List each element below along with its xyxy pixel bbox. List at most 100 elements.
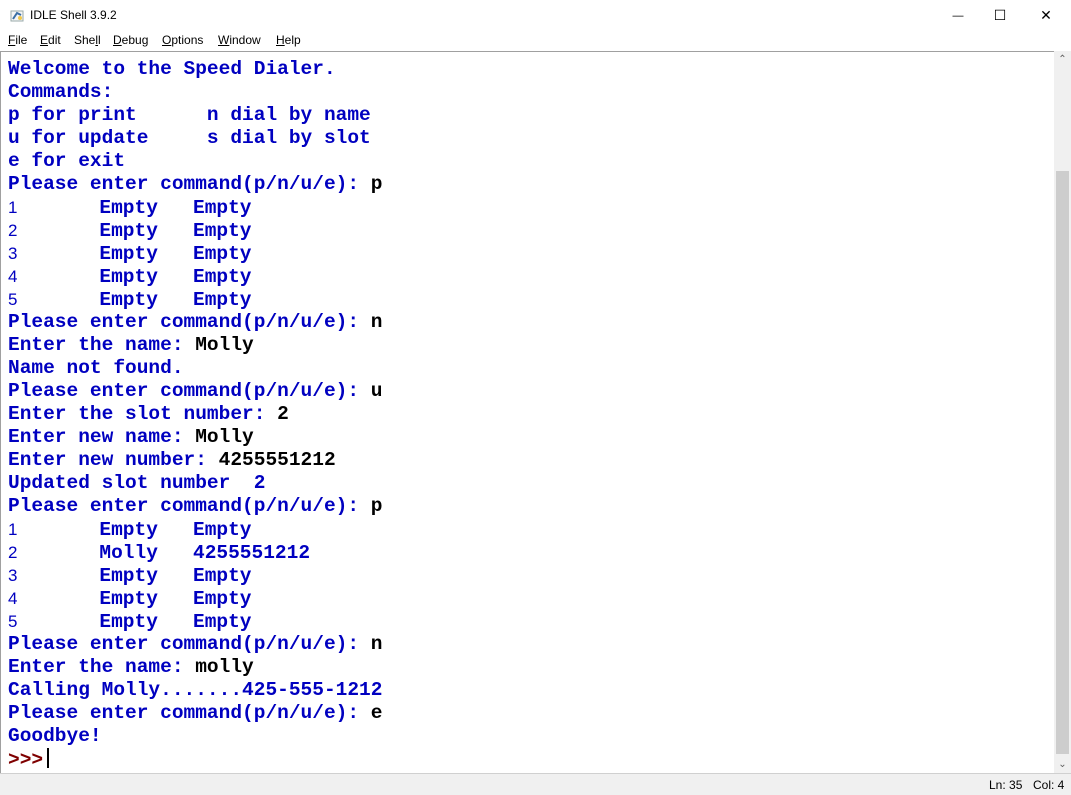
shell-line: Please enter command(p/n/u/e): n [8, 311, 382, 334]
program-output: u for update s dial by slot [8, 127, 371, 149]
program-output: Name not found. [8, 357, 184, 379]
shell-line: Updated slot number 2 [8, 472, 382, 495]
program-output: Please enter command(p/n/u/e): [8, 311, 371, 333]
chevron-down-icon: ⌄ [1058, 759, 1067, 770]
user-input: n [370, 311, 383, 333]
line-number: Ln: 35 [989, 778, 1023, 792]
program-output: Empty Empty [17, 197, 252, 219]
shell-line: Enter new number: 4255551212 [8, 449, 382, 472]
shell-line: Welcome to the Speed Dialer. [8, 58, 382, 81]
user-input: Molly [195, 426, 254, 448]
user-input: e [370, 702, 383, 724]
shell-line: e for exit [8, 150, 382, 173]
shell-line: Enter new name: Molly [8, 426, 382, 449]
user-input: 4255551212 [218, 449, 336, 471]
shell-line: 4 Empty Empty [8, 587, 382, 610]
status-bar: Ln: 35 Col: 4 [0, 773, 1071, 795]
chevron-up-icon: ⌃ [1058, 54, 1067, 65]
shell-line: Please enter command(p/n/u/e): p [8, 495, 382, 518]
user-input: 2 [277, 403, 289, 425]
shell-line: 4 Empty Empty [8, 265, 382, 288]
program-output: Enter new number: [8, 449, 219, 471]
shell-lines: Welcome to the Speed Dialer. Commands: p f… [8, 58, 382, 771]
shell-line: Goodbye! [8, 725, 382, 748]
program-output: Updated slot number 2 [8, 472, 266, 494]
shell-line: Please enter command(p/n/u/e): n [8, 633, 382, 656]
text-cursor [47, 748, 50, 768]
scrollbar-thumb[interactable] [1056, 171, 1069, 754]
shell-line: 5 Empty Empty [8, 288, 382, 311]
menu-options[interactable]: Options [162, 33, 203, 47]
shell-line: 2 Empty Empty [8, 219, 382, 242]
scroll-down-button[interactable]: ⌄ [1054, 756, 1071, 773]
menu-edit[interactable]: Edit [40, 33, 61, 47]
program-output: Calling Molly.......425-555-1212 [8, 679, 383, 701]
menu-help[interactable]: Help [276, 33, 301, 47]
shell-line: p for print n dial by name [8, 104, 382, 127]
user-input: molly [195, 656, 254, 678]
program-output: Enter the slot number: [8, 403, 278, 425]
program-output: Molly 4255551212 [17, 542, 311, 564]
maximize-icon: ☐ [993, 7, 1007, 23]
program-output: Empty Empty [17, 243, 252, 265]
prompt-line[interactable]: >>> [8, 748, 382, 771]
shell-line: Please enter command(p/n/u/e): p [8, 173, 382, 196]
user-input: p [370, 173, 383, 195]
shell-line: 2 Molly 4255551212 [8, 541, 382, 564]
shell-line: Please enter command(p/n/u/e): e [8, 702, 382, 725]
program-output: Please enter command(p/n/u/e): [8, 173, 371, 195]
shell-line: Calling Molly.......425-555-1212 [8, 679, 382, 702]
minimize-icon: — [952, 9, 964, 22]
program-output: Please enter command(p/n/u/e): [8, 702, 371, 724]
menu-bar: File Edit Shell Debug Options Window Hel… [0, 31, 1071, 51]
shell-line: Name not found. [8, 357, 382, 380]
user-input: u [370, 380, 383, 402]
title-bar: IDLE Shell 3.9.2 — ☐ ✕ [0, 0, 1071, 31]
window-title: IDLE Shell 3.9.2 [30, 8, 117, 22]
vertical-scrollbar[interactable]: ⌃ ⌄ [1054, 51, 1071, 773]
menu-file[interactable]: File [8, 33, 27, 47]
program-output: Empty Empty [17, 565, 252, 587]
program-output: Please enter command(p/n/u/e): [8, 495, 371, 517]
program-output: Enter new name: [8, 426, 196, 448]
program-output: Please enter command(p/n/u/e): [8, 633, 371, 655]
menu-window[interactable]: Window [218, 33, 261, 47]
shell-line: Please enter command(p/n/u/e): u [8, 380, 382, 403]
program-output: p for print n dial by name [8, 104, 371, 126]
shell-line: 3 Empty Empty [8, 242, 382, 265]
program-output: Goodbye! [8, 725, 102, 747]
python-idle-icon [10, 10, 24, 22]
shell-line: 5 Empty Empty [8, 610, 382, 633]
user-input: p [370, 495, 383, 517]
shell-line: Enter the slot number: 2 [8, 403, 382, 426]
close-icon: ✕ [1040, 7, 1052, 23]
program-output: Empty Empty [17, 588, 252, 610]
menu-shell[interactable]: Shell [74, 33, 101, 47]
shell-line: u for update s dial by slot [8, 127, 382, 150]
user-input: n [370, 633, 383, 655]
program-output: Empty Empty [17, 611, 252, 633]
program-output: e for exit [8, 150, 126, 172]
shell-line: Enter the name: Molly [8, 334, 382, 357]
shell-line: 1 Empty Empty [8, 518, 382, 541]
close-button[interactable]: ✕ [1023, 0, 1069, 31]
shell-line: 1 Empty Empty [8, 196, 382, 219]
program-output: Empty Empty [17, 289, 252, 311]
minimize-button[interactable]: — [935, 0, 981, 31]
program-output: Please enter command(p/n/u/e): [8, 380, 371, 402]
menu-debug[interactable]: Debug [113, 33, 148, 47]
shell-line: Enter the name: molly [8, 656, 382, 679]
column-number: Col: 4 [1033, 778, 1065, 792]
shell-output-area[interactable]: Welcome to the Speed Dialer. Commands: p f… [0, 51, 1054, 773]
shell-prompt: >>> [8, 749, 44, 771]
program-output: Enter the name: [8, 334, 196, 356]
shell-line: Commands: [8, 81, 382, 104]
program-output: Commands: [8, 81, 114, 103]
program-output: Empty Empty [17, 519, 252, 541]
scroll-up-button[interactable]: ⌃ [1054, 51, 1071, 68]
user-input: Molly [195, 334, 254, 356]
maximize-button[interactable]: ☐ [977, 0, 1023, 31]
program-output: Enter the name: [8, 656, 196, 678]
program-output: Welcome to the Speed Dialer. [8, 58, 336, 80]
program-output: Empty Empty [17, 220, 252, 242]
